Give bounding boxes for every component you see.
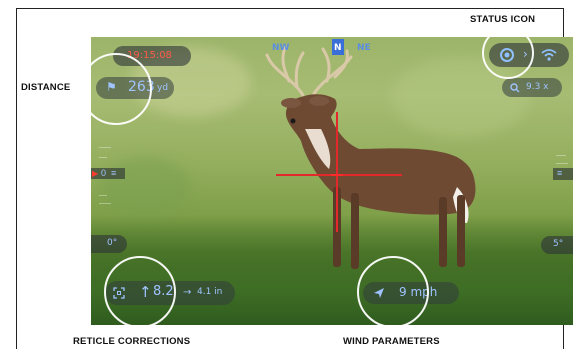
reticle-center	[331, 174, 343, 176]
left-marker-value: 0	[101, 168, 107, 178]
wind-parameters-callout: WIND PARAMETERS	[343, 336, 440, 347]
elevation-scale-tick	[99, 203, 111, 204]
distance-unit: yd	[157, 83, 169, 93]
status-icon-highlight-ring	[482, 27, 534, 79]
right-marker-pill: ≡	[553, 168, 573, 180]
deer-image	[265, 45, 476, 269]
incline-angle-pill: 5°	[541, 236, 573, 254]
incline-angle-value: 5°	[553, 239, 564, 249]
zoom-value: 9.3 x	[526, 82, 549, 92]
marker-arrow-icon: ▶	[92, 169, 99, 178]
screenshot-frame: STATUS ICON DISTANCE RETICLE CORRECTIONS…	[0, 0, 573, 349]
elevation-scale-tick	[99, 157, 107, 158]
reticle-vertical	[336, 112, 338, 232]
compass-n: N	[334, 43, 342, 53]
wind-parameters-highlight-ring	[357, 256, 429, 328]
reticle-corrections-highlight-ring	[104, 256, 176, 328]
frame-border-top	[16, 8, 564, 9]
compass-nw: NW	[272, 43, 290, 53]
cant-angle-pill: 0°	[91, 235, 127, 253]
arrow-right-icon: →	[183, 287, 192, 298]
zoom-pill: 9.3 x	[502, 78, 562, 97]
status-icon-callout: STATUS ICON	[470, 14, 536, 25]
compass-ne: NE	[357, 43, 371, 53]
reticle-corrections-callout: RETICLE CORRECTIONS	[73, 336, 191, 347]
frame-border-left	[16, 8, 17, 349]
right-scale-tick	[556, 155, 566, 156]
background-bokeh	[101, 157, 191, 217]
left-marker-pill: ▶ 0 ≡	[91, 168, 125, 179]
elevation-scale-tick	[99, 195, 107, 196]
elevation-scale-tick	[99, 147, 111, 148]
scale-lines-icon: ≡	[557, 168, 563, 178]
wifi-icon[interactable]	[541, 48, 557, 62]
distance-highlight-ring	[80, 53, 152, 125]
distance-callout: DISTANCE	[21, 82, 71, 93]
cant-angle-value: 0°	[107, 238, 118, 248]
right-scale-tick	[556, 163, 568, 164]
windage-correction-value: 4.1 in	[197, 287, 223, 297]
magnifier-icon	[510, 83, 520, 93]
scale-lines-icon: ≡	[111, 168, 117, 178]
